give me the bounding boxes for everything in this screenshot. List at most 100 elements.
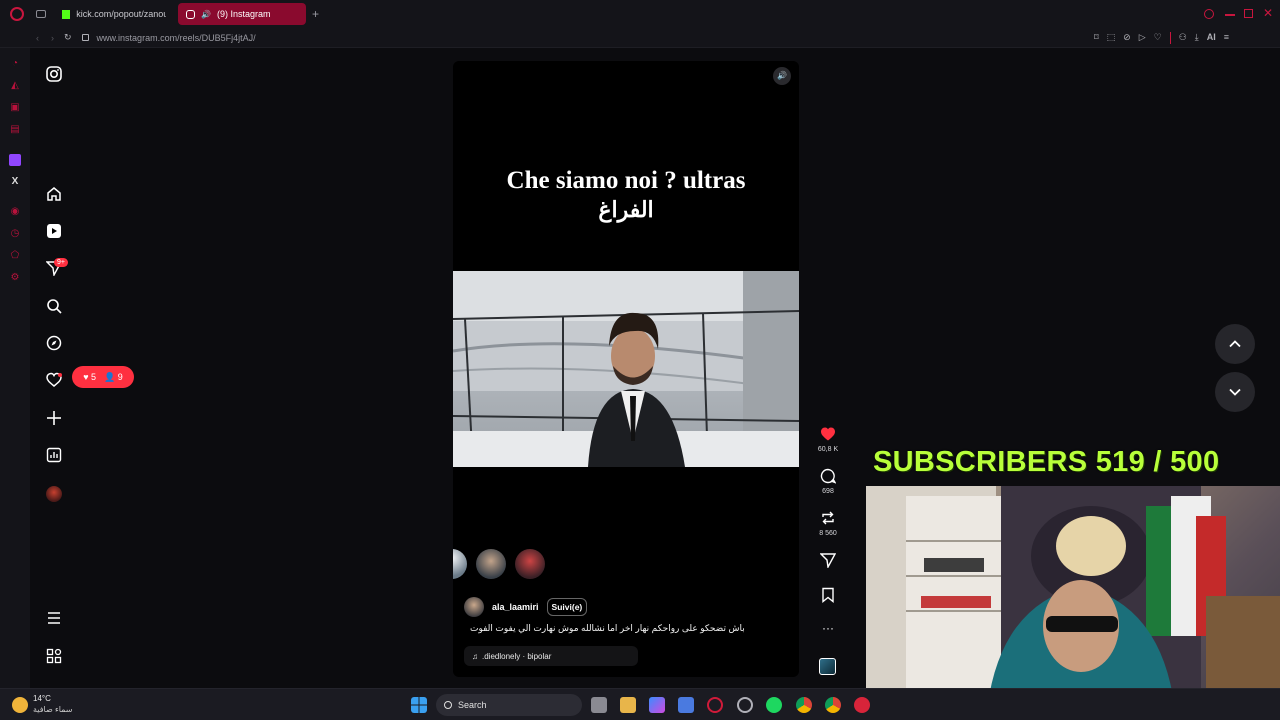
search-icon[interactable] bbox=[46, 298, 62, 314]
history-icon[interactable]: ◷ bbox=[9, 228, 21, 240]
tab-kick[interactable]: kick.com/popout/zanoun/ bbox=[54, 3, 174, 25]
save-icon[interactable] bbox=[820, 587, 836, 603]
snapshot-icon[interactable]: ⬚ bbox=[1107, 32, 1116, 44]
reels-icon[interactable] bbox=[46, 223, 62, 239]
weather-icon[interactable] bbox=[12, 697, 28, 713]
comment-icon[interactable] bbox=[820, 468, 836, 484]
back-icon[interactable]: ‹ bbox=[36, 33, 39, 43]
workspace-icon[interactable]: ◭ bbox=[9, 80, 21, 92]
extensions-icon[interactable]: ⬠ bbox=[9, 250, 21, 262]
speaker-icon[interactable]: 🔊 bbox=[201, 10, 211, 19]
forward-icon[interactable]: › bbox=[51, 33, 54, 43]
like-icon[interactable] bbox=[820, 426, 836, 442]
twitch-icon[interactable] bbox=[9, 154, 21, 166]
collab-avatar-1[interactable] bbox=[453, 549, 467, 579]
download-icon[interactable]: ⤓ bbox=[1195, 32, 1199, 44]
divider bbox=[1169, 32, 1171, 44]
new-tab-button[interactable]: + bbox=[312, 7, 319, 21]
player-icon[interactable]: ▷ bbox=[1139, 32, 1146, 44]
reel-overlay-title: Che siamo noi ? ultras bbox=[506, 167, 746, 194]
opera-icon[interactable] bbox=[707, 697, 723, 713]
taskbar-search-box[interactable]: Search bbox=[436, 694, 582, 716]
notifications-popup[interactable]: ♥ 5 👤 9 bbox=[72, 366, 134, 388]
browser-tab-bar: kick.com/popout/zanoun/ 🔊 (9) Instagram … bbox=[0, 0, 1280, 28]
app-icon[interactable] bbox=[854, 697, 870, 713]
reel-player[interactable]: 🔊 Che siamo noi ? ultras الفراغ ala_laam… bbox=[453, 61, 799, 677]
windows-taskbar: 14°C سماء صافية Search bbox=[0, 688, 1280, 720]
reel-caption: باش تضحكو على رواحكم نهار اخر اما نشالله… bbox=[470, 623, 745, 633]
reel-overlay-subtitle: الفراغ bbox=[598, 197, 654, 222]
previous-reel-button[interactable] bbox=[1215, 324, 1255, 364]
home-icon[interactable] bbox=[46, 186, 62, 202]
collab-avatars bbox=[453, 549, 545, 579]
audio-thumbnail[interactable] bbox=[819, 658, 836, 675]
x-icon[interactable]: X bbox=[9, 176, 21, 188]
lock-icon bbox=[81, 34, 89, 41]
menu-icon[interactable]: ≡ bbox=[1224, 32, 1229, 44]
kick-logo-icon bbox=[62, 9, 71, 19]
instagram-logo-icon[interactable] bbox=[46, 66, 62, 82]
ai-button[interactable]: AI bbox=[1207, 32, 1216, 44]
audio-pill[interactable]: ♫ .diedlonely · bipolar bbox=[464, 646, 638, 666]
follows-count-group: 👤 9 bbox=[104, 372, 123, 383]
search-icon bbox=[444, 701, 452, 709]
store-icon[interactable] bbox=[678, 697, 694, 713]
notifications-heart-icon[interactable] bbox=[46, 372, 62, 388]
instagram-logo-icon bbox=[186, 9, 195, 19]
task-view-icon[interactable] bbox=[591, 697, 607, 713]
profile-avatar[interactable] bbox=[46, 486, 62, 502]
settings-icon[interactable]: ⚙ bbox=[9, 272, 21, 284]
bookmark-icon[interactable]: ⌑ bbox=[1094, 32, 1099, 44]
more-options-icon[interactable]: ··· bbox=[812, 621, 844, 635]
collab-avatar-3[interactable] bbox=[515, 549, 545, 579]
url-field[interactable]: www.instagram.com/reels/DUB5Fj4jtAJ/ bbox=[97, 33, 256, 43]
spotify-icon[interactable] bbox=[766, 697, 782, 713]
likes-count-group: ♥ 5 bbox=[83, 372, 96, 382]
next-reel-button[interactable] bbox=[1215, 372, 1255, 412]
author-avatar[interactable] bbox=[464, 597, 484, 617]
opera-gx-icon[interactable] bbox=[737, 697, 753, 713]
tab-kick-title: kick.com/popout/zanoun/ bbox=[76, 9, 166, 19]
tab-instagram-title: (9) Instagram bbox=[216, 9, 271, 19]
tab-overview-icon[interactable] bbox=[36, 10, 46, 18]
reel-author-row: ala_laamiri Suivi(e) bbox=[464, 597, 588, 617]
copilot-icon[interactable] bbox=[649, 697, 665, 713]
likes-count: 60,8 K bbox=[817, 446, 839, 453]
player-icon[interactable]: ◉ bbox=[9, 206, 21, 218]
reposts-count: 8 560 bbox=[819, 530, 837, 537]
weather-desc: سماء صافية bbox=[33, 705, 73, 714]
chrome-profile-icon[interactable] bbox=[825, 697, 841, 713]
minimize-button[interactable] bbox=[1225, 14, 1235, 16]
audio-name: .diedlonely · bipolar bbox=[482, 651, 552, 661]
file-explorer-icon[interactable] bbox=[620, 697, 636, 713]
heart-icon[interactable]: ♡ bbox=[1154, 32, 1162, 44]
news-icon[interactable]: ▤ bbox=[9, 124, 21, 136]
music-note-icon: ♫ bbox=[472, 651, 478, 661]
more-menu-icon[interactable] bbox=[46, 610, 62, 626]
dashboard-icon[interactable] bbox=[46, 447, 62, 463]
aria-icon[interactable]: ◔ bbox=[9, 58, 21, 70]
video-scene bbox=[453, 271, 799, 467]
repost-icon[interactable] bbox=[820, 510, 836, 526]
follow-status-button[interactable]: Suivi(e) bbox=[546, 598, 588, 616]
also-from-meta-icon[interactable] bbox=[46, 648, 62, 664]
tab-instagram[interactable]: 🔊 (9) Instagram bbox=[178, 3, 306, 25]
block-icon[interactable]: ⊘ bbox=[1123, 32, 1131, 44]
explore-icon[interactable] bbox=[46, 335, 62, 351]
share-icon[interactable] bbox=[820, 552, 836, 568]
search-tabs-icon[interactable] bbox=[1204, 9, 1214, 19]
mute-button[interactable]: 🔊 bbox=[773, 67, 791, 85]
reel-video-frame[interactable] bbox=[453, 271, 799, 467]
collab-avatar-2[interactable] bbox=[476, 549, 506, 579]
opera-logo-icon[interactable] bbox=[10, 7, 24, 21]
author-username[interactable]: ala_laamiri bbox=[492, 602, 539, 612]
opera-sidebar: ◔ ◭ ▣ ▤ X ◉ ◷ ⬠ ⚙ … bbox=[0, 48, 30, 695]
create-icon[interactable] bbox=[46, 410, 62, 426]
maximize-button[interactable] bbox=[1244, 9, 1253, 18]
start-button-icon[interactable] bbox=[411, 697, 427, 713]
profile-icon[interactable]: ⚇ bbox=[1179, 32, 1187, 44]
chat-icon[interactable]: ▣ bbox=[9, 102, 21, 114]
chrome-icon[interactable] bbox=[796, 697, 812, 713]
close-window-button[interactable]: ✕ bbox=[1263, 6, 1273, 20]
reload-icon[interactable]: ↻ bbox=[64, 32, 72, 43]
